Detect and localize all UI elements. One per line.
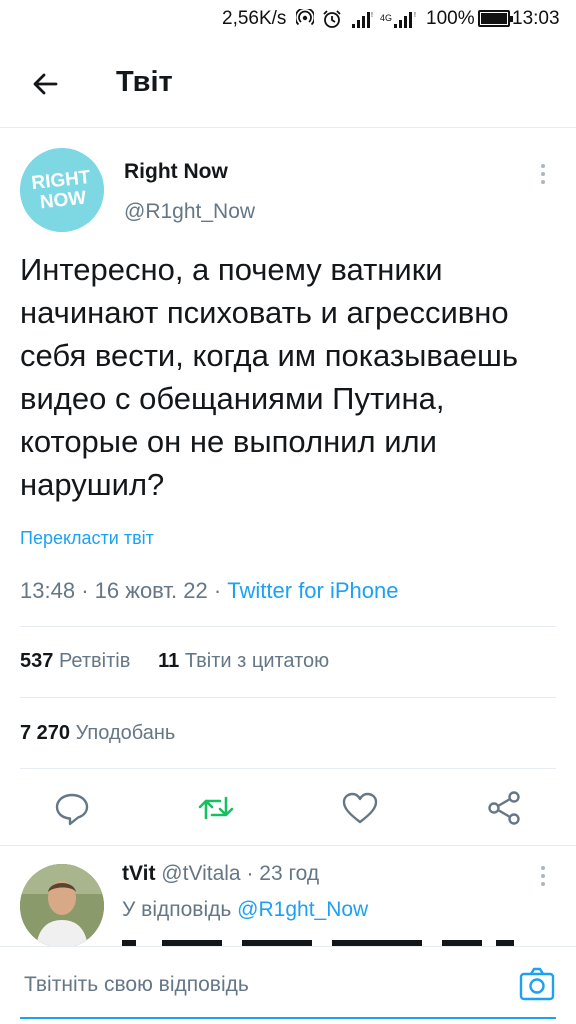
likes-stat[interactable]: 7 270 Уподобань xyxy=(20,722,175,745)
4g-signal-icon: 4G ! xyxy=(380,12,416,28)
reply-input[interactable]: Твітніть свою відповідь xyxy=(20,947,556,1019)
reply-text-clipped xyxy=(122,940,514,946)
reply-to-prefix: У відповідь xyxy=(122,898,232,921)
tweet-meta: 13:48 · 16 жовт. 22 · Twitter for iPhone xyxy=(20,578,398,604)
network-speed: 2,56K/s xyxy=(222,8,287,29)
like-icon[interactable] xyxy=(340,788,380,828)
right-now-logo: RIGHT NOW xyxy=(20,148,104,232)
quotes-stat[interactable]: 11 Твіти з цитатою xyxy=(158,650,329,672)
divider xyxy=(20,697,556,698)
signal-icon: ! xyxy=(352,12,373,28)
retweets-stat[interactable]: 537 Ретвітів xyxy=(20,650,130,672)
more-options-icon[interactable] xyxy=(536,160,550,188)
reply-avatar[interactable] xyxy=(20,864,104,948)
divider xyxy=(20,768,556,769)
translate-tweet-link[interactable]: Перекласти твіт xyxy=(20,528,154,549)
reply-input-placeholder: Твітніть свою відповідь xyxy=(24,973,249,996)
tweet-text: Интересно, а почему ватники начинают пси… xyxy=(20,252,518,502)
likes-label: Уподобань xyxy=(75,722,176,744)
reply-to-line: У відповідь @R1ght_Now xyxy=(122,898,368,922)
hotspot-icon xyxy=(296,9,314,26)
svg-text:!: ! xyxy=(414,12,416,19)
compose-reply-bar: Твітніть свою відповідь xyxy=(0,946,576,1024)
alarm-icon xyxy=(323,10,341,28)
camera-icon[interactable] xyxy=(518,965,556,1003)
retweet-icon[interactable] xyxy=(196,788,236,828)
status-bar: 2,56K/s ! 4G ! 100% 13:03 xyxy=(0,0,576,40)
likes-count: 7 270 xyxy=(20,722,71,744)
reply-author-name[interactable]: tVit xyxy=(122,862,155,885)
person-photo xyxy=(20,864,104,948)
reply-to-mention[interactable]: @R1ght_Now xyxy=(237,898,368,921)
tweet-time: 13:48 xyxy=(20,578,76,603)
retweets-label: Ретвітів xyxy=(58,650,131,672)
quotes-label: Твіти з цитатою xyxy=(184,650,330,672)
meta-separator: · xyxy=(246,862,260,885)
tweet-stats: 537 Ретвітів 11 Твіти з цитатою xyxy=(20,650,329,673)
divider xyxy=(0,845,576,846)
reply-more-options-icon[interactable] xyxy=(536,862,550,890)
reply-icon[interactable] xyxy=(52,788,92,828)
reply-author-handle[interactable]: @tVitala xyxy=(161,862,240,885)
tweet-date: 16 жовт. 22 xyxy=(94,578,208,603)
battery-icon xyxy=(478,10,513,27)
reply-header: tVit @tVitala · 23 год xyxy=(122,862,319,886)
battery-level xyxy=(481,13,507,24)
meta-separator: · xyxy=(81,578,95,603)
reply-age: 23 год xyxy=(259,862,320,885)
author-handle[interactable]: @R1ght_Now xyxy=(124,200,255,224)
clock: 13:03 xyxy=(512,8,560,29)
author-avatar[interactable]: RIGHT NOW xyxy=(20,148,104,232)
divider xyxy=(20,626,556,627)
author-name[interactable]: Right Now xyxy=(124,160,228,184)
tweet-source-link[interactable]: Twitter for iPhone xyxy=(227,578,398,603)
battery-percent: 100% xyxy=(426,8,475,29)
svg-text:4G: 4G xyxy=(380,13,392,23)
meta-separator: · xyxy=(213,578,228,603)
share-icon[interactable] xyxy=(484,788,524,828)
app-header: Твіт xyxy=(0,40,576,128)
back-arrow-icon[interactable] xyxy=(26,64,66,104)
svg-text:!: ! xyxy=(371,12,373,19)
retweets-count: 537 xyxy=(20,650,54,672)
page-title: Твіт xyxy=(116,66,173,98)
quotes-count: 11 xyxy=(158,650,180,672)
